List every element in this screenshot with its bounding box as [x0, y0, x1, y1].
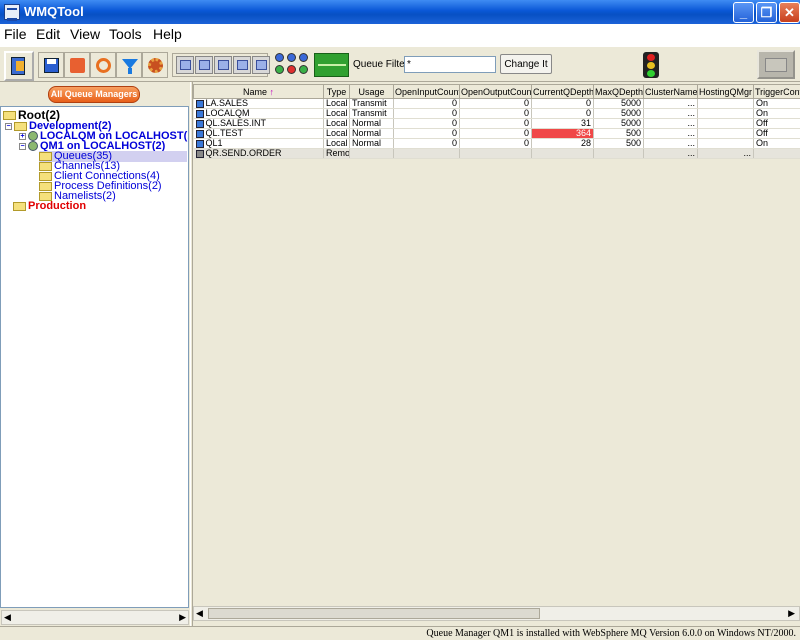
menu-view[interactable]: View — [70, 26, 100, 42]
col-header-openoutputcount[interactable]: OpenOutputCount — [459, 84, 532, 99]
table-row[interactable]: QL.TEST Local Normal 0 0 364 500 ... Off — [193, 128, 800, 139]
folder-icon — [39, 161, 52, 171]
status-bar: Queue Manager QM1 is installed with WebS… — [0, 626, 800, 640]
queue-icon — [195, 99, 204, 108]
folder-icon — [39, 181, 52, 191]
scroll-thumb[interactable] — [208, 608, 540, 619]
folder-icon — [13, 201, 26, 211]
view-icon-2[interactable] — [195, 56, 213, 74]
collapse-icon[interactable]: − — [5, 122, 12, 130]
table-row[interactable]: QR.SEND.ORDER Remote ... ... — [193, 148, 800, 159]
collapse-icon[interactable]: − — [19, 142, 26, 150]
col-header-maxqdepth[interactable]: MaxQDepth — [593, 84, 644, 99]
left-panel: All Queue Managers Root(2) − Development(… — [0, 82, 190, 626]
menu-bar: File Edit View Tools Help — [0, 24, 800, 46]
queue-icon — [195, 119, 204, 128]
tree-view: Root(2) − Development(2) + LOCALQM on LOCA… — [0, 106, 189, 608]
menu-file[interactable]: File — [4, 26, 27, 42]
menu-help[interactable]: Help — [153, 26, 182, 42]
table-row[interactable]: QL.SALES.INT Local Normal 0 0 31 5000 ..… — [193, 118, 800, 129]
status-lights-icon[interactable] — [274, 52, 310, 78]
queue-manager-icon — [28, 131, 38, 142]
connect-icon[interactable] — [64, 52, 90, 78]
queue-icon — [195, 109, 204, 118]
scroll-right-icon[interactable]: ▶ — [179, 612, 186, 623]
col-header-type[interactable]: Type — [323, 84, 350, 99]
queue-icon — [195, 139, 204, 148]
tree-horizontal-scrollbar[interactable]: ◀ ▶ — [1, 610, 189, 625]
col-header-clustername[interactable]: ClusterName — [643, 84, 698, 99]
queue-filter-label: Queue Filter: — [353, 59, 411, 70]
tree-production[interactable]: Production — [13, 201, 86, 212]
col-header-usage[interactable]: Usage — [349, 84, 394, 99]
col-header-name[interactable]: Name ↑ — [193, 84, 324, 99]
scroll-left-icon[interactable]: ◀ — [196, 608, 203, 619]
filter-icon[interactable] — [116, 52, 142, 78]
settings-icon[interactable] — [142, 52, 168, 78]
monitor-chart-icon[interactable] — [314, 53, 349, 77]
view-icon-5[interactable] — [252, 56, 270, 74]
app-window: WMQTool _ ❐ ✕ File Edit View Tools Help — [0, 0, 800, 640]
status-text: Queue Manager QM1 is installed with WebS… — [426, 628, 796, 639]
app-icon — [4, 4, 20, 21]
sort-ascending-icon: ↑ — [269, 86, 275, 97]
folder-icon — [3, 111, 16, 121]
depth-alert-cell: 364 — [531, 128, 594, 139]
network-icon[interactable] — [757, 50, 795, 79]
maximize-button[interactable]: ❐ — [756, 2, 777, 23]
scroll-left-icon[interactable]: ◀ — [4, 612, 11, 623]
table-horizontal-scrollbar[interactable]: ◀ ▶ — [193, 606, 800, 621]
minimize-button[interactable]: _ — [733, 2, 754, 23]
menu-tools[interactable]: Tools — [109, 26, 142, 42]
col-header-hostingqmgr[interactable]: HostingQMgr — [697, 84, 754, 99]
save-icon[interactable] — [38, 52, 64, 78]
window-title: WMQTool — [24, 4, 84, 19]
refresh-icon[interactable] — [90, 52, 116, 78]
table-row[interactable]: LA.SALES Local Transmit 0 0 0 5000 ... O… — [193, 98, 800, 109]
col-header-currentqdepth[interactable]: CurrentQDepth — [531, 84, 594, 99]
exit-icon[interactable] — [4, 51, 34, 81]
table-row[interactable]: LOCALQM Local Transmit 0 0 0 5000 ... On — [193, 108, 800, 119]
change-it-button[interactable]: Change It — [500, 54, 552, 74]
remote-queue-icon — [195, 149, 204, 158]
scroll-right-icon[interactable]: ▶ — [788, 608, 795, 619]
col-header-openinputcount[interactable]: OpenInputCount — [393, 84, 460, 99]
view-icon-4[interactable] — [233, 56, 251, 74]
title-bar: WMQTool _ ❐ ✕ — [0, 0, 800, 24]
queue-table: Name ↑ Type Usage OpenInputCount OpenOut… — [193, 84, 800, 159]
queue-table-container: Name ↑ Type Usage OpenInputCount OpenOut… — [193, 84, 800, 604]
traffic-light-icon — [643, 52, 659, 78]
expand-icon[interactable]: + — [19, 132, 26, 140]
folder-icon — [14, 121, 27, 131]
view-icon-3[interactable] — [214, 56, 232, 74]
view-icon-1[interactable] — [176, 56, 194, 74]
table-header-row: Name ↑ Type Usage OpenInputCount OpenOut… — [193, 84, 800, 99]
table-row[interactable]: QL1 Local Normal 0 0 28 500 ... On — [193, 138, 800, 149]
view-toolbar-group — [172, 53, 270, 77]
folder-icon — [39, 151, 52, 161]
queue-filter-input[interactable] — [404, 56, 496, 73]
close-button[interactable]: ✕ — [779, 2, 800, 23]
folder-icon — [39, 171, 52, 181]
queue-manager-icon — [28, 141, 38, 152]
menu-edit[interactable]: Edit — [36, 26, 60, 42]
all-queue-managers-button[interactable]: All Queue Managers — [48, 86, 140, 103]
col-header-triggercontrol[interactable]: TriggerControl — [753, 84, 800, 99]
queue-icon — [195, 129, 204, 138]
toolbar: Queue Filter: Change It — [0, 46, 800, 82]
